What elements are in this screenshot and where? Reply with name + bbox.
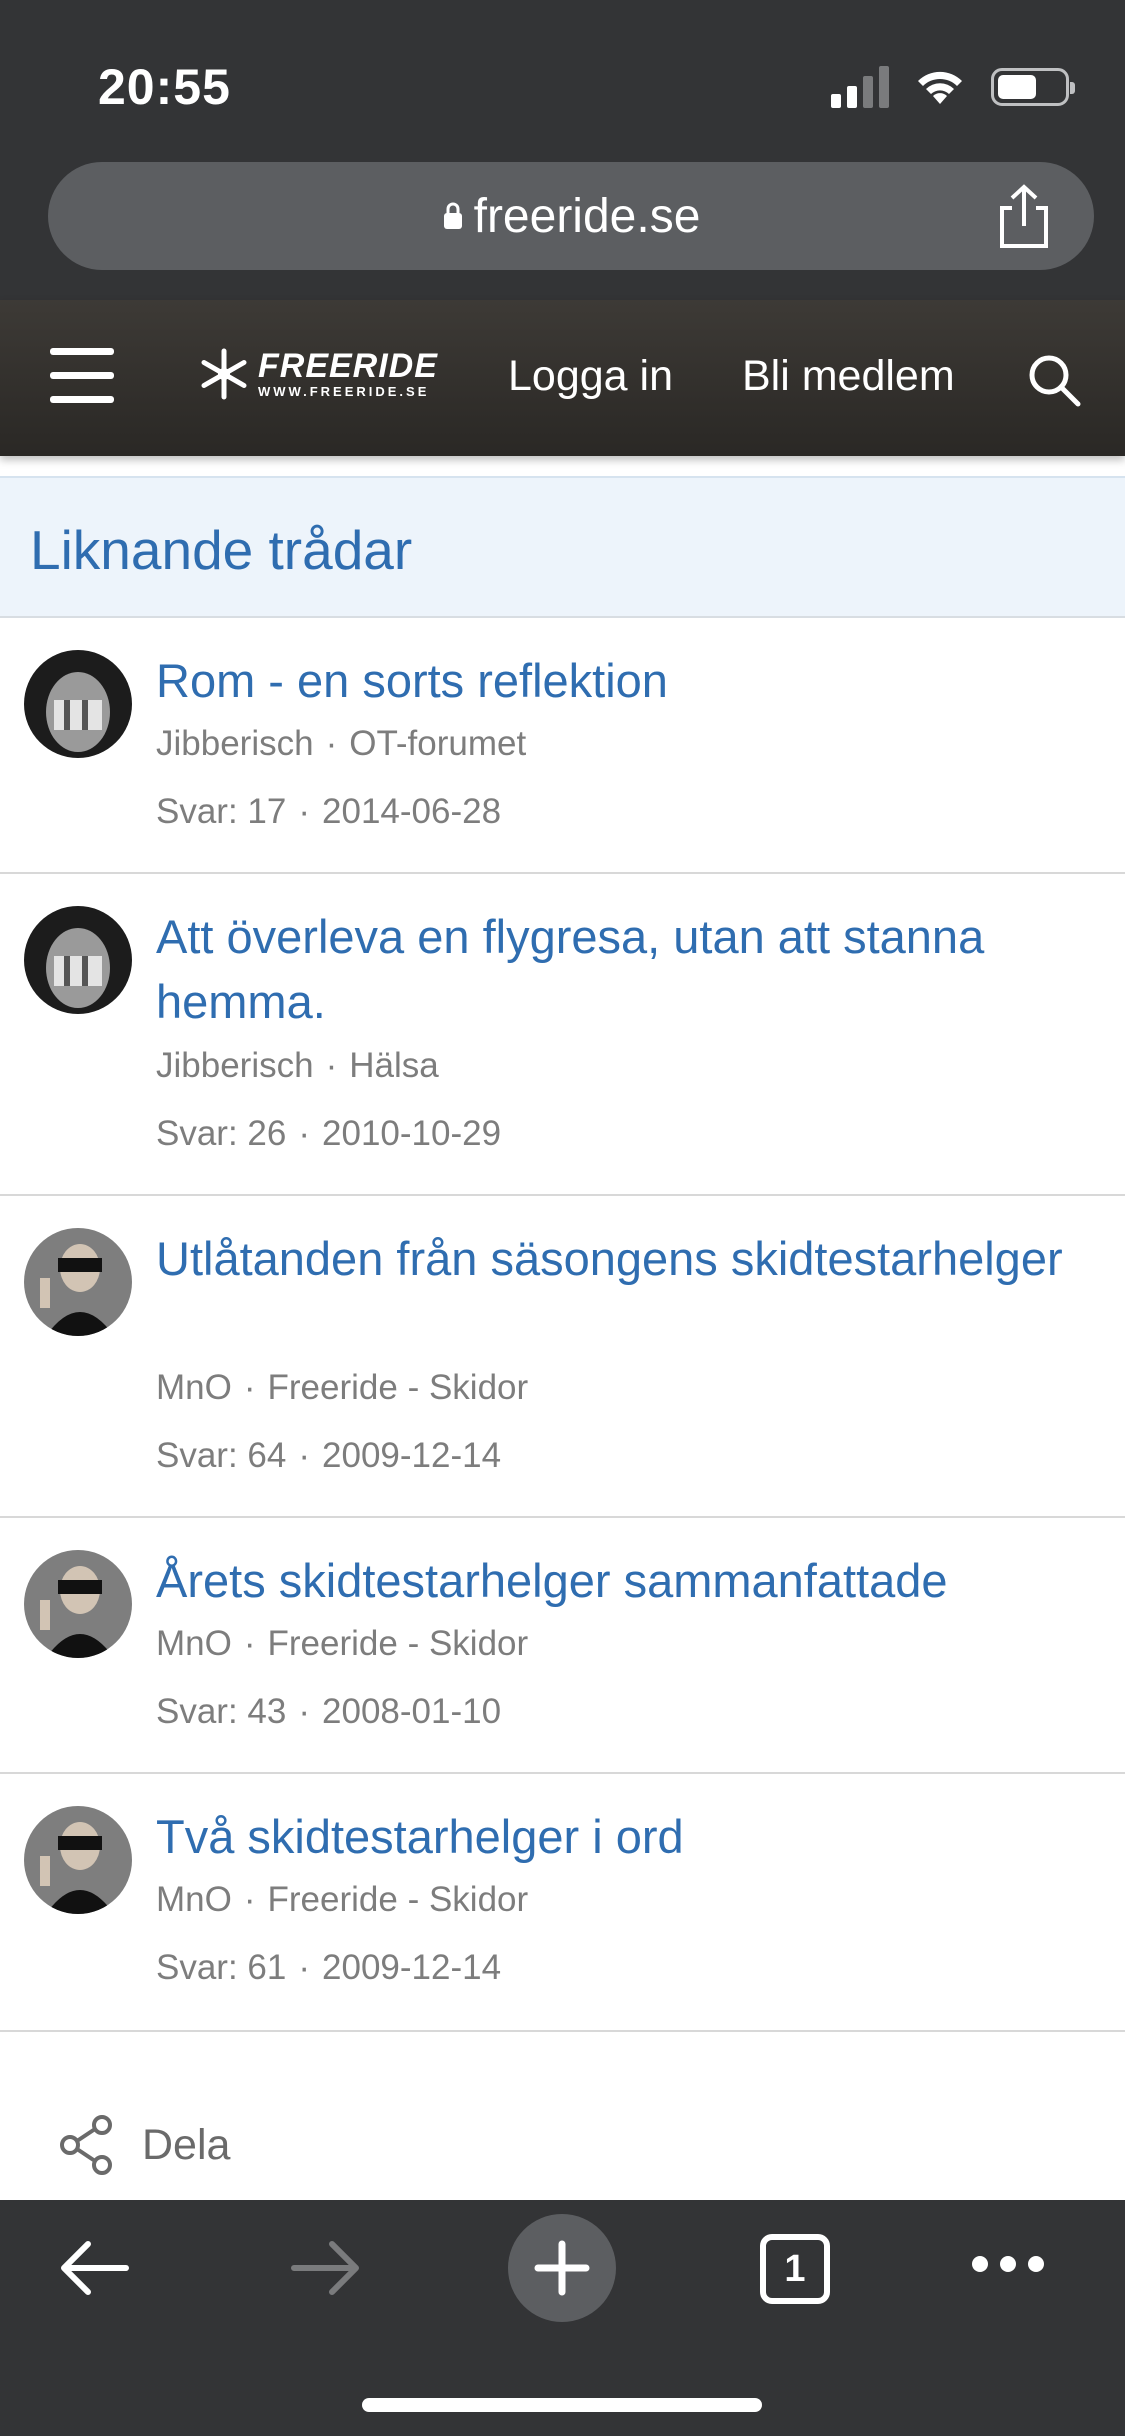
section-title: Liknande trådar xyxy=(30,519,413,581)
avatar[interactable] xyxy=(24,906,132,1014)
tab-switcher-button[interactable]: 1 xyxy=(760,2234,830,2304)
thread-author[interactable]: MnO xyxy=(156,1880,232,1919)
thread-item[interactable]: Att överleva en flygresa, utan att stann… xyxy=(0,874,1125,1196)
more-options-icon[interactable] xyxy=(970,2252,1046,2276)
share-nodes-icon xyxy=(60,2115,112,2175)
thread-replies: Svar: 17 xyxy=(156,792,287,831)
avatar[interactable] xyxy=(24,650,132,758)
search-icon[interactable] xyxy=(1026,352,1082,408)
site-logo[interactable]: FREERIDE WWW.FREERIDE.SE xyxy=(198,348,438,400)
thread-meta: MnO · Freeride - Skidor xyxy=(156,1880,529,1919)
thread-replies: Svar: 26 xyxy=(156,1114,287,1153)
url-text: freeride.se xyxy=(473,189,701,243)
avatar[interactable] xyxy=(24,1550,132,1658)
cellular-signal-icon xyxy=(831,66,889,108)
thread-meta: Jibberisch · OT-forumet xyxy=(156,724,527,763)
thread-forum[interactable]: OT-forumet xyxy=(349,724,526,763)
thread-item[interactable]: Utlåtanden från säsongens skidtestarhelg… xyxy=(0,1196,1125,1518)
home-indicator[interactable] xyxy=(362,2398,762,2412)
wifi-icon xyxy=(918,71,962,104)
thread-date: 2008-01-10 xyxy=(322,1692,502,1731)
thread-forum[interactable]: Freeride - Skidor xyxy=(268,1624,529,1663)
avatar[interactable] xyxy=(24,1806,132,1914)
thread-title[interactable]: Att överleva en flygresa, utan att stann… xyxy=(156,904,1086,1034)
new-tab-button[interactable] xyxy=(508,2214,616,2322)
thread-stats: Svar: 43 · 2008-01-10 xyxy=(156,1692,502,1731)
thread-title[interactable]: Årets skidtestarhelger sammanfattade xyxy=(156,1548,1086,1613)
thread-item[interactable]: Två skidtestarhelger i ord MnO · Freeride … xyxy=(0,1774,1125,2032)
address-bar[interactable]: freeride.se xyxy=(48,162,1094,270)
status-icons xyxy=(831,66,1075,108)
thread-forum[interactable]: Freeride - Skidor xyxy=(268,1880,529,1919)
plus-icon xyxy=(534,2240,590,2296)
browser-top-chrome: 20:55 freeride.se xyxy=(0,0,1125,300)
thread-stats: Svar: 64 · 2009-12-14 xyxy=(156,1436,502,1475)
thread-stats: Svar: 61 · 2009-12-14 xyxy=(156,1948,502,1987)
thread-author[interactable]: MnO xyxy=(156,1368,232,1407)
share-icon[interactable] xyxy=(994,184,1054,250)
thread-title[interactable]: Utlåtanden från säsongens skidtestarhelg… xyxy=(156,1226,1086,1291)
thread-meta: MnO · Freeride - Skidor xyxy=(156,1624,529,1663)
thread-stats: Svar: 26 · 2010-10-29 xyxy=(156,1114,502,1153)
thread-author[interactable]: Jibberisch xyxy=(156,724,314,763)
share-link[interactable]: Dela xyxy=(58,2115,230,2175)
thread-replies: Svar: 43 xyxy=(156,1692,287,1731)
battery-icon xyxy=(991,68,1075,106)
share-label: Dela xyxy=(142,2120,231,2169)
register-link[interactable]: Bli medlem xyxy=(742,352,955,401)
thread-item[interactable]: Rom - en sorts reflektion Jibberisch · OT-… xyxy=(0,618,1125,874)
thread-title[interactable]: Två skidtestarhelger i ord xyxy=(156,1804,1086,1869)
thread-item[interactable]: Årets skidtestarhelger sammanfattade MnO… xyxy=(0,1518,1125,1774)
thread-forum[interactable]: Freeride - Skidor xyxy=(268,1368,529,1407)
status-time: 20:55 xyxy=(98,59,231,115)
thread-replies: Svar: 64 xyxy=(156,1436,287,1475)
thread-meta: MnO · Freeride - Skidor xyxy=(156,1368,529,1407)
login-link[interactable]: Logga in xyxy=(508,352,673,401)
thread-title[interactable]: Rom - en sorts reflektion xyxy=(156,648,1086,713)
similar-threads-header: Liknande trådar xyxy=(0,476,1125,618)
logo-subtext: WWW.FREERIDE.SE xyxy=(258,384,430,399)
forward-arrow-icon[interactable] xyxy=(290,2236,362,2300)
thread-date: 2014-06-28 xyxy=(322,792,502,831)
thread-date: 2009-12-14 xyxy=(322,1436,502,1475)
thread-replies: Svar: 61 xyxy=(156,1948,287,1987)
menu-icon[interactable] xyxy=(50,348,114,406)
thread-author[interactable]: Jibberisch xyxy=(156,1046,314,1085)
thread-date: 2010-10-29 xyxy=(322,1114,502,1153)
avatar[interactable] xyxy=(24,1228,132,1336)
logo-text: FREERIDE xyxy=(258,347,438,385)
thread-date: 2009-12-14 xyxy=(322,1948,502,1987)
thread-stats: Svar: 17 · 2014-06-28 xyxy=(156,792,502,831)
site-header: FREERIDE WWW.FREERIDE.SE Logga in Bli me… xyxy=(0,300,1125,456)
back-arrow-icon[interactable] xyxy=(58,2236,130,2300)
thread-forum[interactable]: Hälsa xyxy=(349,1046,438,1085)
snowflake-icon xyxy=(201,348,247,400)
thread-author[interactable]: MnO xyxy=(156,1624,232,1663)
lock-icon xyxy=(443,202,462,229)
thread-meta: Jibberisch · Hälsa xyxy=(156,1046,439,1085)
